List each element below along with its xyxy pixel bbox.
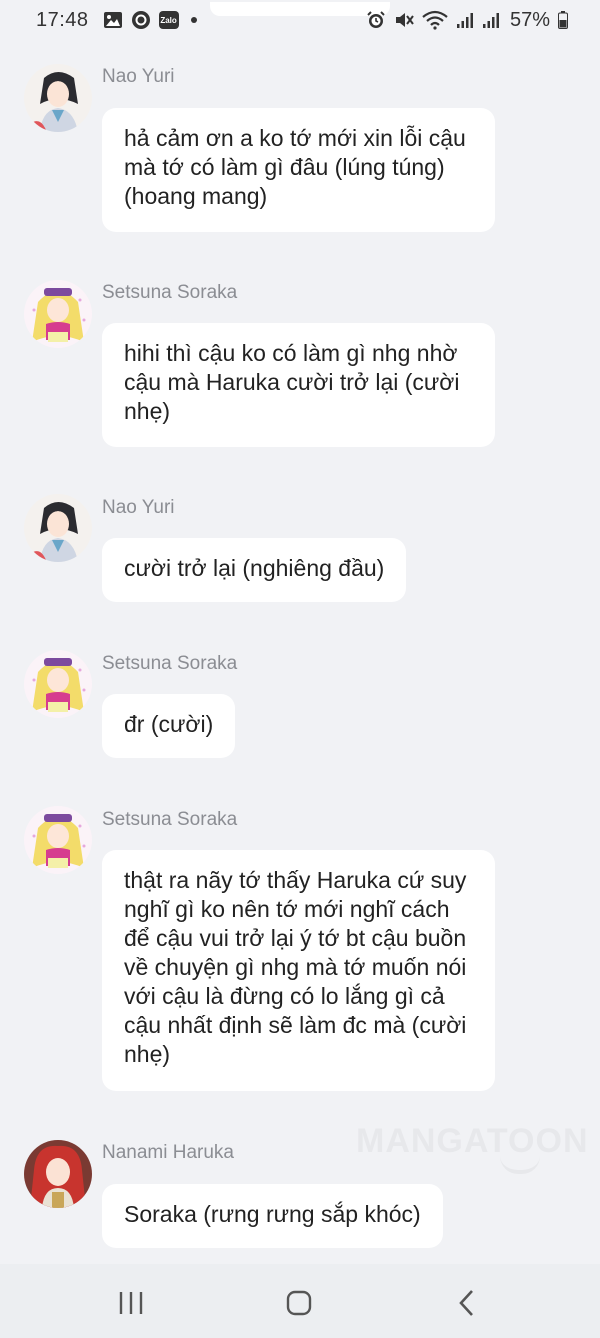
watermark: MANGATOON [356,1122,589,1160]
recent-apps-icon[interactable] [111,1288,151,1318]
avatar[interactable] [24,650,92,718]
sender-name: Setsuna Soraka [102,282,238,303]
sender-name: Nao Yuri [102,66,175,87]
avatar[interactable] [24,1140,92,1208]
message-bubble[interactable]: thật ra nãy tớ thấy Haruka cứ suy nghĩ g… [102,850,495,1091]
sender-name: Setsuna Soraka [102,653,238,674]
chat-thread: Nao Yuri hả cảm ơn a ko tớ mới xin lỗi c… [0,0,600,1338]
sender-name: Setsuna Soraka [102,809,238,830]
avatar[interactable] [24,64,92,132]
back-icon[interactable] [447,1288,487,1318]
message-bubble[interactable]: Soraka (rưng rưng sắp khóc) [102,1184,443,1248]
avatar[interactable] [24,494,92,562]
navigation-bar [0,1264,600,1338]
message-bubble[interactable]: cười trở lại (nghiêng đầu) [102,538,407,602]
message-bubble[interactable]: hihi thì cậu ko có làm gì nhg nhờ cậu mà… [102,323,495,447]
avatar[interactable] [24,806,92,874]
sender-name: Nanami Haruka [102,1142,234,1163]
message-bubble[interactable]: hả cảm ơn a ko tớ mới xin lỗi cậu mà tớ … [102,108,495,232]
sender-name: Nao Yuri [102,497,175,518]
avatar[interactable] [24,280,92,348]
home-icon[interactable] [279,1288,319,1318]
message-bubble[interactable]: đr (cười) [102,694,236,758]
watermark-smile [500,1156,540,1174]
